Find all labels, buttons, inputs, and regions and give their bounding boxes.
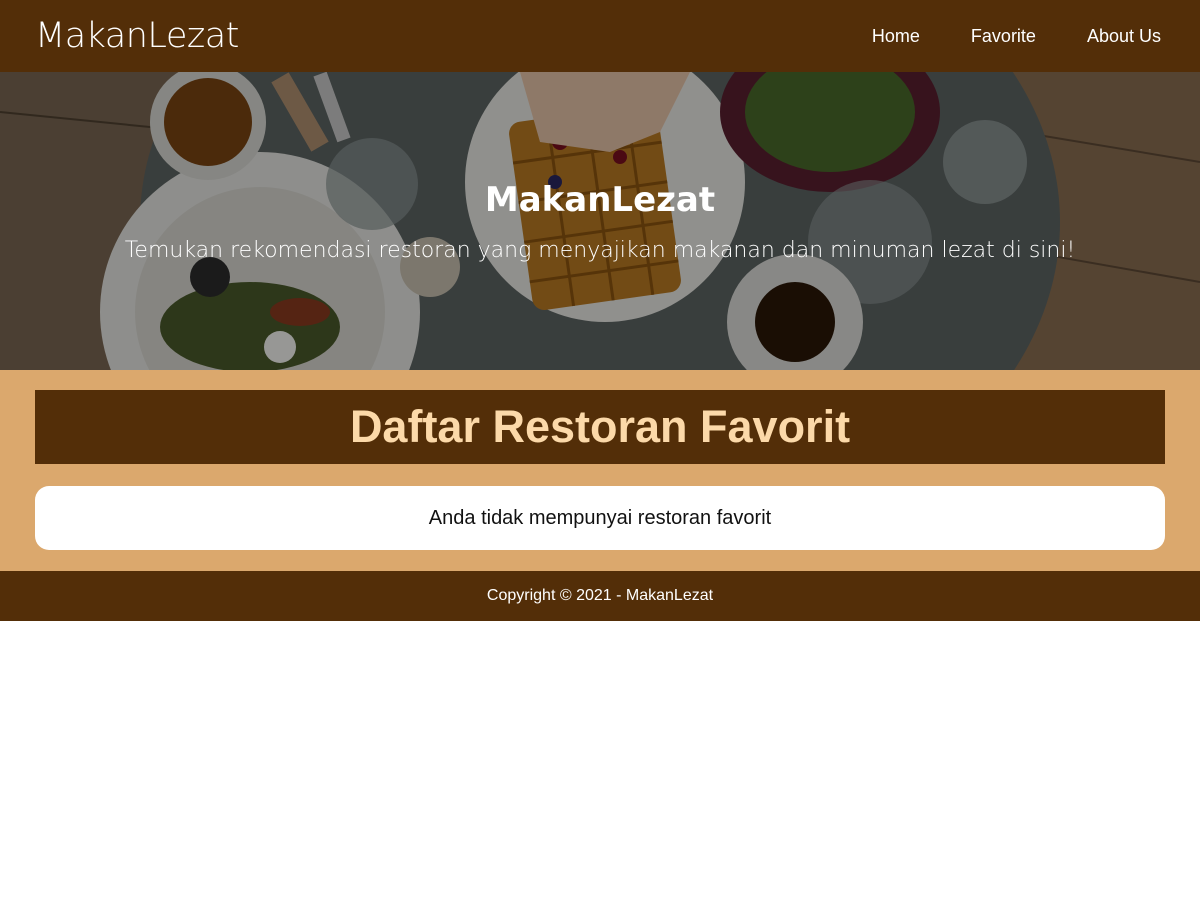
- hero-tagline: Temukan rekomendasi restoran yang menyaj…: [124, 238, 1076, 263]
- brand-logo-link[interactable]: MakanLezat: [35, 16, 239, 56]
- nav-links: Home Favorite About Us: [821, 26, 1161, 47]
- nav-about-us-link[interactable]: About Us: [1087, 26, 1161, 47]
- hero-title: MakanLezat: [484, 180, 716, 220]
- footer: Copyright © 2021 - MakanLezat: [0, 571, 1200, 621]
- empty-favorites-message: Anda tidak mempunyai restoran favorit: [35, 486, 1165, 550]
- hero-banner: MakanLezat Temukan rekomendasi restoran …: [0, 72, 1200, 370]
- hero-content: MakanLezat Temukan rekomendasi restoran …: [0, 72, 1200, 370]
- main-content: Daftar Restoran Favorit Anda tidak mempu…: [0, 370, 1200, 571]
- copyright-text: Copyright © 2021 - MakanLezat: [486, 587, 714, 604]
- section-title: Daftar Restoran Favorit: [35, 390, 1165, 464]
- top-navbar: MakanLezat Home Favorite About Us: [0, 0, 1200, 72]
- nav-favorite-link[interactable]: Favorite: [971, 26, 1036, 47]
- nav-home-link[interactable]: Home: [872, 26, 920, 47]
